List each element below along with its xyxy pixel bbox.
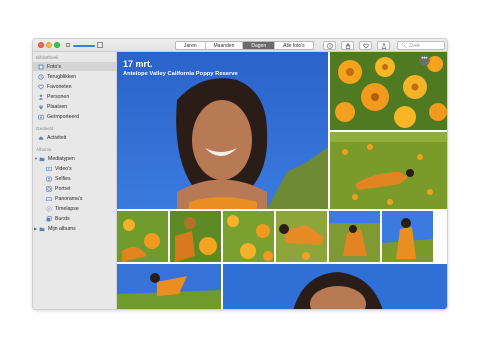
fullscreen-window-button[interactable] [54, 42, 60, 48]
sidebar-item-label: Personen [47, 93, 70, 100]
photo-thumb-4[interactable] [276, 211, 327, 262]
zoom-slider[interactable] [66, 42, 104, 49]
sidebar-item-media-types[interactable]: ▼ Mediatypen [33, 154, 117, 163]
sidebar-item-panoramas[interactable]: Panorama's [33, 194, 117, 203]
person-icon [37, 93, 44, 100]
photo-thumb-3[interactable] [223, 211, 274, 262]
view-segmented-control: Jaren Maanden Dagen Alle foto's [175, 41, 314, 50]
photos-icon [37, 63, 44, 70]
sidebar-item-label: Plaatsen [47, 103, 68, 110]
pin-icon [37, 103, 44, 110]
sidebar-item-activity[interactable]: Activiteit [33, 133, 117, 142]
favorite-button[interactable] [359, 41, 372, 50]
sidebar-item-label: Portret [55, 185, 71, 192]
hero-location: Antelope Valley California Poppy Reserve [123, 71, 238, 77]
sidebar-item-memories[interactable]: Terugblikken [33, 72, 117, 81]
tab-months[interactable]: Maanden [206, 42, 244, 49]
zoom-track[interactable] [73, 45, 95, 47]
export-button[interactable] [377, 41, 390, 50]
photo-thumb-1[interactable] [117, 211, 168, 262]
sidebar-item-label: Favorieten [47, 83, 72, 90]
panorama-icon [45, 195, 52, 202]
info-icon [326, 42, 333, 49]
zoom-in-icon [97, 42, 103, 48]
sidebar-item-selfies[interactable]: Selfies [33, 174, 117, 183]
photo-bottom-right[interactable] [223, 264, 447, 309]
photo-bottom-left[interactable] [117, 264, 221, 309]
hero-date: 17 mrt. [123, 59, 153, 69]
upload-icon [381, 42, 386, 49]
info-button[interactable] [323, 41, 336, 50]
selfie-icon [45, 175, 52, 182]
sidebar-item-my-albums[interactable]: ▶ Mijn albums [33, 224, 117, 233]
sidebar-item-label: Mijn albums [48, 225, 76, 232]
sidebar-item-label: Mediatypen [48, 155, 75, 162]
photo-grid: 17 mrt. Antelope Valley California Poppy… [117, 52, 447, 309]
toolbar: Jaren Maanden Dagen Alle foto's 🔍︎ Zoek [33, 39, 447, 52]
sidebar-item-label: Terugblikken [47, 73, 77, 80]
folder-icon [38, 155, 45, 162]
tab-years[interactable]: Jaren [176, 42, 206, 49]
sidebar-item-label: Activiteit [47, 134, 67, 141]
photo-thumb-2[interactable] [170, 211, 221, 262]
photo-thumb-5[interactable] [329, 211, 380, 262]
share-button[interactable] [341, 41, 354, 50]
section-title-shared: Gedeeld [36, 126, 54, 131]
memories-icon [37, 73, 44, 80]
heart-icon [362, 43, 369, 49]
photos-window: Jaren Maanden Dagen Alle foto's 🔍︎ Zoek … [32, 38, 448, 310]
search-input[interactable]: 🔍︎ Zoek [397, 41, 445, 50]
zoom-out-icon [66, 43, 70, 47]
sidebar-item-label: Timelapse [55, 205, 79, 212]
import-icon [37, 113, 44, 120]
sidebar-item-label: Foto's [47, 63, 61, 70]
more-options-button[interactable]: ••• [419, 55, 430, 66]
timelapse-icon [45, 205, 52, 212]
sidebar-item-label: Bursts [55, 215, 70, 222]
sidebar-item-label: Selfies [55, 175, 71, 182]
hero-photo[interactable]: 17 mrt. Antelope Valley California Poppy… [117, 52, 328, 209]
portrait-icon [45, 185, 52, 192]
section-title-library: Bibliotheek [36, 55, 59, 60]
sidebar-item-label: Panorama's [55, 195, 83, 202]
heart-icon [37, 83, 44, 90]
photo-poppies-closeup[interactable]: ••• [330, 52, 447, 130]
tab-all-photos[interactable]: Alle foto's [275, 42, 313, 49]
sidebar-item-photos[interactable]: Foto's [33, 62, 117, 71]
sidebar-item-imported[interactable]: Geïmporteerd [33, 112, 117, 121]
sidebar-item-portrait[interactable]: Portret [33, 184, 117, 193]
sidebar-item-label: Video's [55, 165, 72, 172]
sidebar-item-places[interactable]: Plaatsen [33, 102, 117, 111]
photo-field-lying[interactable] [330, 132, 447, 209]
section-title-albums: Albums [36, 147, 52, 152]
sidebar-item-favorites[interactable]: Favorieten [33, 82, 117, 91]
sidebar-item-videos[interactable]: Video's [33, 164, 117, 173]
search-icon: 🔍︎ [401, 43, 408, 49]
sidebar-item-label: Geïmporteerd [47, 113, 80, 120]
sidebar-item-people[interactable]: Personen [33, 92, 117, 101]
photo-thumb-6[interactable] [382, 211, 433, 262]
cloud-icon [37, 134, 44, 141]
burst-icon [45, 215, 52, 222]
sidebar-item-timelapse[interactable]: Timelapse [33, 204, 117, 213]
folder-icon [38, 225, 45, 232]
search-placeholder: Zoek [408, 43, 420, 49]
minimize-window-button[interactable] [46, 42, 52, 48]
close-window-button[interactable] [38, 42, 44, 48]
video-icon [45, 165, 52, 172]
tab-days[interactable]: Dagen [243, 42, 276, 49]
share-icon [345, 42, 350, 49]
sidebar-item-bursts[interactable]: Bursts [33, 214, 117, 223]
sidebar: Bibliotheek Foto's Terugblikken Favoriet… [33, 52, 117, 309]
